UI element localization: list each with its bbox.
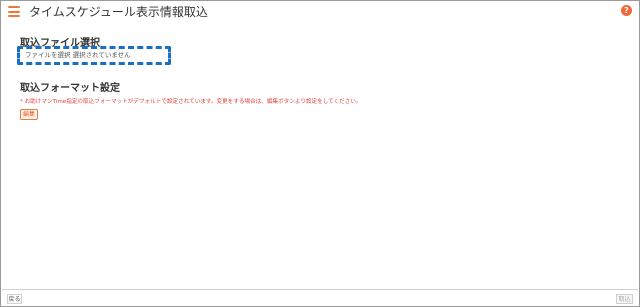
page-title: タイムスケジュール表示情報取込 [29,5,208,19]
footer-divider [2,289,638,290]
menu-icon[interactable] [8,6,20,17]
format-note: * お助けマンTime指定の取込フォーマットがデフォルトで設定されています。変更… [20,99,362,105]
format-setting-heading: 取込フォーマット設定 [20,83,120,94]
header: タイムスケジュール表示情報取込 ? [2,2,638,23]
file-input-label: ファイルを選択 選択されていません [25,51,131,59]
import-button[interactable]: 取込 [616,294,633,304]
edit-button[interactable]: 編集 [20,109,38,120]
help-icon[interactable]: ? [621,5,632,16]
back-button[interactable]: 戻る [7,294,22,304]
file-input[interactable]: ファイルを選択 選択されていません [17,46,171,65]
app-window: タイムスケジュール表示情報取込 ? 取込ファイル選択 ファイルを選択 選択されて… [0,0,640,307]
